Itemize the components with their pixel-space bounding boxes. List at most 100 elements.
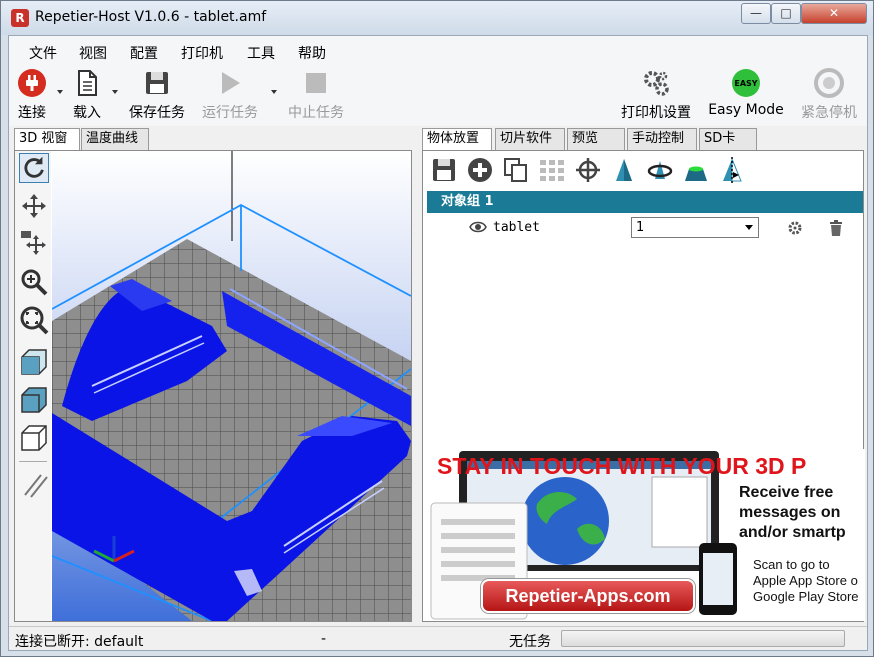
easy-mode-icon: EASY <box>732 69 760 97</box>
tab-manual-control[interactable]: 手动控制 <box>627 128 697 150</box>
connect-button[interactable]: 连接 <box>14 68 50 122</box>
copies-value: 1 <box>636 220 645 235</box>
ad-receive-line-1: Receive free <box>739 484 834 501</box>
load-dropdown-icon[interactable] <box>112 90 118 94</box>
main-toolbar: 连接 载入 保存任务 运行任务 中止任务 打印机设置 EASY Easy Mod… <box>9 66 867 126</box>
rotate-icon[interactable] <box>19 153 49 183</box>
run-job-button[interactable]: 运行任务 <box>198 68 262 122</box>
menu-tools[interactable]: 工具 <box>247 43 275 63</box>
tab-slicer[interactable]: 切片软件 <box>495 128 565 150</box>
3d-view-panel <box>14 150 412 622</box>
app-logo-icon: R <box>11 9 29 27</box>
ad-headline: STAY IN TOUCH WITH YOUR 3D P <box>437 453 807 479</box>
move-view-icon[interactable] <box>19 229 49 259</box>
client-area: 文件 视图 配置 打印机 工具 帮助 连接 载入 保存任务 运行任务 中止任务 … <box>8 35 868 651</box>
zoom-icon[interactable] <box>19 267 49 297</box>
ad-scan-line-3: Google Play Store <box>753 589 859 604</box>
stop-job-button[interactable]: 中止任务 <box>284 68 348 122</box>
menu-help[interactable]: 帮助 <box>298 43 326 63</box>
easy-mode-label: Easy Mode <box>708 102 784 118</box>
tab-preview[interactable]: 预览 <box>567 128 625 150</box>
ad-receive-line-2: messages on <box>739 504 841 521</box>
gear-icon[interactable] <box>787 220 803 236</box>
object-name: tablet <box>493 220 540 235</box>
trash-icon[interactable] <box>829 220 843 236</box>
menu-view[interactable]: 视图 <box>79 43 107 63</box>
gears-icon <box>644 71 669 96</box>
connection-status: 连接已断开: default <box>15 634 144 650</box>
connect-dropdown-icon[interactable] <box>57 90 63 94</box>
object-row[interactable]: tablet 1 <box>427 217 863 241</box>
eye-icon[interactable] <box>469 220 487 234</box>
menu-bar: 文件 视图 配置 打印机 工具 帮助 <box>9 36 867 66</box>
ad-scan-line-2: Apple App Store o <box>753 573 858 588</box>
window-title: Repetier-Host V1.0.6 - tablet.amf <box>35 9 267 25</box>
emergency-stop-icon <box>814 68 844 98</box>
menu-config[interactable]: 配置 <box>130 43 158 63</box>
mirror-object-icon[interactable] <box>719 157 745 183</box>
printer-settings-button[interactable]: 打印机设置 <box>616 68 696 122</box>
center-object-icon[interactable] <box>575 157 601 183</box>
tab-sd-card[interactable]: SD卡 <box>699 128 757 150</box>
object-group-header[interactable]: 对象组 1 <box>427 191 863 213</box>
emergency-stop-label: 紧急停机 <box>801 105 857 121</box>
job-progress-bar <box>561 630 845 647</box>
object-placement-panel: 对象组 1 tablet 1 STAY IN TOUCH WITH YOUR 3… <box>422 150 865 622</box>
scale-object-icon[interactable] <box>611 157 637 183</box>
close-button[interactable]: ✕ <box>801 3 867 24</box>
save-job-label: 保存任务 <box>129 105 185 121</box>
object-toolbar <box>423 151 863 189</box>
ad-receive-line-3: and/or smartp <box>739 524 846 541</box>
run-job-label: 运行任务 <box>202 105 258 121</box>
view-wireframe-icon[interactable] <box>19 423 49 453</box>
ad-receive-text: Receive free messages on and/or smartp <box>739 483 846 543</box>
job-status: 无任务 <box>509 634 551 650</box>
floppy-disk-icon <box>146 72 168 94</box>
tab-3d-view[interactable]: 3D 视窗 <box>14 128 80 151</box>
play-icon <box>222 72 240 94</box>
toolbar-divider <box>19 461 47 462</box>
minimize-button[interactable]: — <box>741 3 771 24</box>
ad-scan-line-1: Scan to go to <box>753 557 830 572</box>
parallel-lines-icon[interactable] <box>19 469 49 499</box>
copies-select[interactable]: 1 <box>631 217 759 238</box>
title-bar[interactable]: R Repetier-Host V1.0.6 - tablet.amf — □ … <box>1 1 873 35</box>
rotate-object-icon[interactable] <box>647 157 673 183</box>
run-job-dropdown-icon[interactable] <box>271 90 277 94</box>
cut-object-icon[interactable] <box>683 157 709 183</box>
easy-mode-button[interactable]: EASY Easy Mode <box>706 68 786 118</box>
tab-object-placement[interactable]: 物体放置 <box>422 128 492 151</box>
tab-temperature-curve[interactable]: 温度曲线 <box>81 128 149 150</box>
3d-scene[interactable] <box>52 151 411 621</box>
load-button[interactable]: 载入 <box>69 68 105 122</box>
zoom-fit-icon[interactable] <box>19 305 49 335</box>
view-toolbar <box>15 151 51 621</box>
connect-label: 连接 <box>18 105 46 121</box>
emergency-stop-button[interactable]: 紧急停机 <box>796 68 862 122</box>
add-icon[interactable] <box>467 157 493 183</box>
advertisement-banner[interactable]: STAY IN TOUCH WITH YOUR 3D P Receive fre… <box>427 449 865 621</box>
easy-badge-text: EASY <box>734 79 757 88</box>
maximize-button[interactable]: □ <box>771 3 801 24</box>
ad-scan-text: Scan to go to Apple App Store o Google P… <box>753 557 859 605</box>
view-top-icon[interactable] <box>19 385 49 415</box>
stop-job-label: 中止任务 <box>288 105 344 121</box>
stop-icon <box>306 73 326 93</box>
ad-link-button[interactable]: Repetier-Apps.com <box>481 579 695 613</box>
chevron-down-icon <box>745 225 753 230</box>
printer-settings-label: 打印机设置 <box>621 105 691 121</box>
load-label: 载入 <box>73 105 101 121</box>
menu-printer[interactable]: 打印机 <box>181 43 223 63</box>
document-icon <box>78 70 97 96</box>
status-bar: 连接已断开: default - 无任务 <box>9 626 867 650</box>
power-plug-icon <box>18 69 46 97</box>
application-window: R Repetier-Host V1.0.6 - tablet.amf — □ … <box>0 0 874 657</box>
save-icon[interactable] <box>431 157 457 183</box>
status-separator: - <box>321 631 327 647</box>
view-front-icon[interactable] <box>19 347 49 377</box>
menu-file[interactable]: 文件 <box>29 43 57 63</box>
grid-layout-icon[interactable] <box>539 157 565 183</box>
copy-icon[interactable] <box>503 157 529 183</box>
save-job-button[interactable]: 保存任务 <box>125 68 189 122</box>
move-icon[interactable] <box>19 191 49 221</box>
